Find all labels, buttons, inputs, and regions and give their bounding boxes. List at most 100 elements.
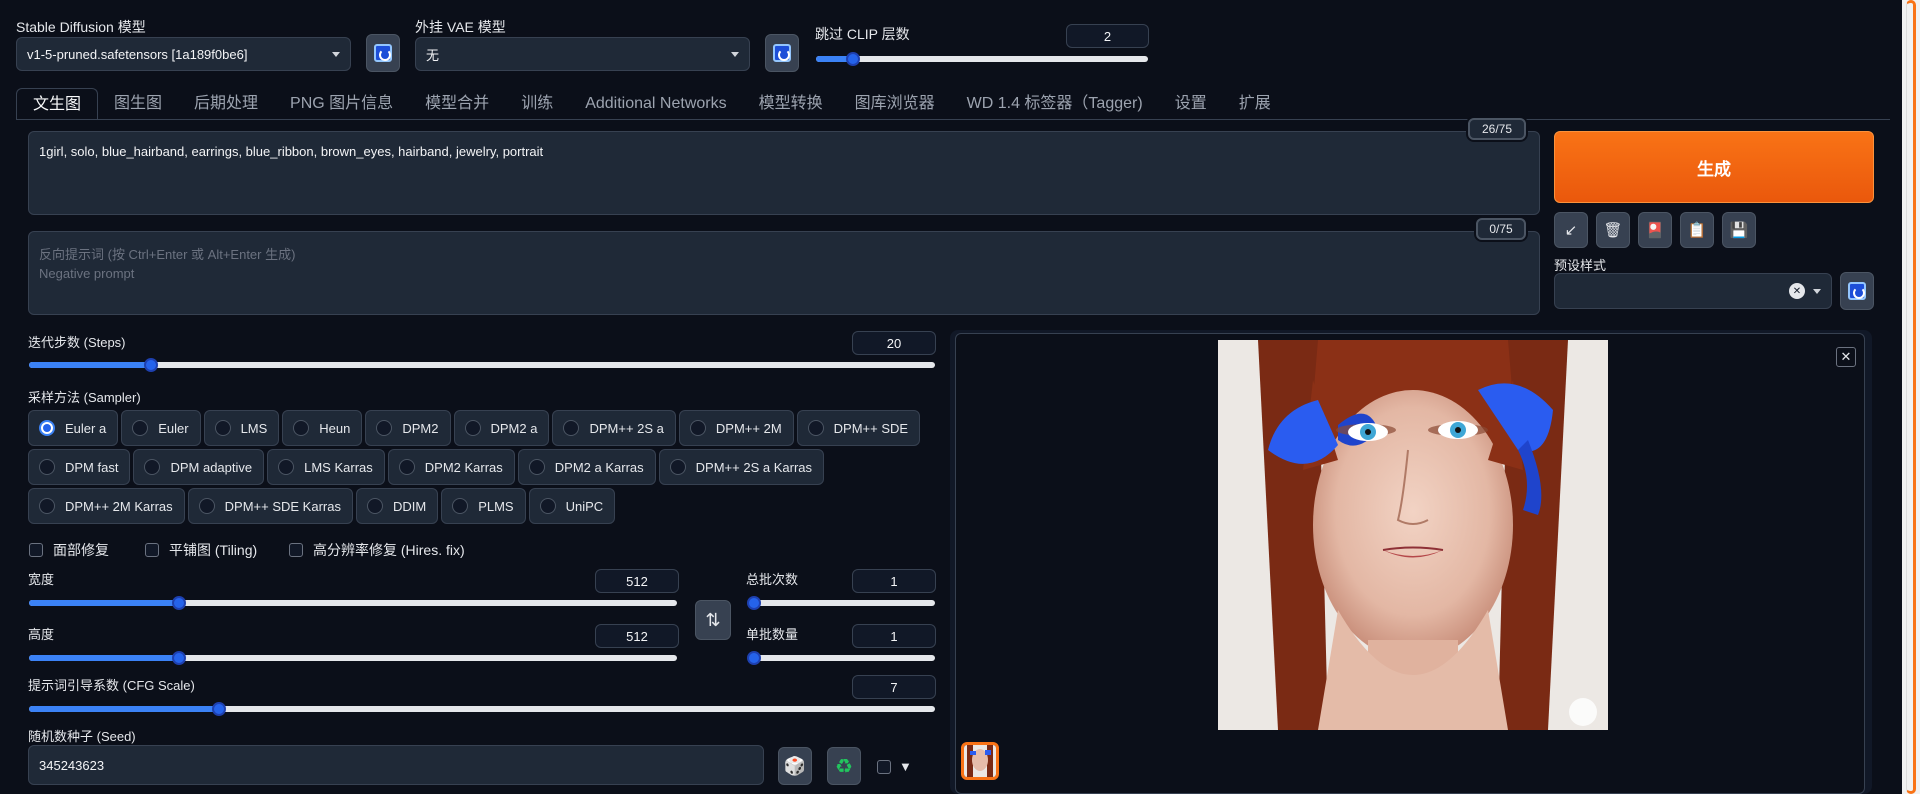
sampler-option[interactable]: DPM++ 2M xyxy=(678,410,794,446)
cfg-slider[interactable] xyxy=(29,702,935,716)
radio-dot[interactable] xyxy=(39,420,55,436)
sampler-option[interactable]: PLMS xyxy=(441,488,526,524)
tab-7[interactable]: 模型转换 xyxy=(743,88,839,120)
tiling-checkbox[interactable]: 平铺图 (Tiling) xyxy=(145,540,257,560)
card-icon: 🎴 xyxy=(1645,222,1665,239)
sd-model-dropdown[interactable]: v1-5-pruned.safetensors [1a189f0be6] xyxy=(16,37,351,71)
sampler-option[interactable]: DPM2 xyxy=(365,410,451,446)
radio-dot[interactable] xyxy=(366,498,383,514)
sampler-option[interactable]: LMS Karras xyxy=(267,449,385,485)
radio-dot[interactable] xyxy=(689,420,706,436)
sampler-option[interactable]: Euler xyxy=(121,410,201,446)
tab-9[interactable]: WD 1.4 标签器（Tagger) xyxy=(951,88,1159,120)
page-scrollbar[interactable] xyxy=(1902,0,1920,794)
sampler-option[interactable]: DPM fast xyxy=(28,449,131,485)
generated-image[interactable] xyxy=(1218,340,1608,730)
tab-2[interactable]: 后期处理 xyxy=(178,88,274,120)
radio-dot[interactable] xyxy=(376,420,393,436)
extra-seed-checkbox[interactable]: ▼ xyxy=(877,759,912,774)
radio-dot[interactable] xyxy=(464,420,481,436)
tab-3[interactable]: PNG 图片信息 xyxy=(274,88,409,120)
height-slider[interactable] xyxy=(29,651,677,665)
vae-dropdown[interactable]: 无 xyxy=(415,37,750,71)
apply-style-button[interactable]: 📋 xyxy=(1680,212,1714,248)
save-style-button[interactable]: 💾 xyxy=(1722,212,1756,248)
tab-8[interactable]: 图库浏览器 xyxy=(839,88,951,120)
seed-input[interactable]: 345243623 xyxy=(28,745,764,785)
radio-dot[interactable] xyxy=(539,498,556,514)
checkbox-box[interactable] xyxy=(29,543,43,557)
cfg-number[interactable]: 7 xyxy=(852,675,936,699)
refresh-styles-button[interactable] xyxy=(1840,272,1874,310)
tab-10[interactable]: 设置 xyxy=(1159,88,1223,120)
radio-dot[interactable] xyxy=(278,459,295,475)
sampler-option[interactable]: DPM++ SDE Karras xyxy=(187,488,353,524)
batch-count-number[interactable]: 1 xyxy=(852,569,936,593)
extra-networks-button[interactable]: 🎴 xyxy=(1638,212,1672,248)
radio-dot[interactable] xyxy=(293,420,310,436)
tab-1[interactable]: 图生图 xyxy=(98,88,178,120)
clear-icon[interactable]: ✕ xyxy=(1789,283,1805,299)
scrollbar-thumb[interactable] xyxy=(1906,0,1916,794)
steps-slider[interactable] xyxy=(29,358,935,372)
tab-11[interactable]: 扩展 xyxy=(1223,88,1287,120)
generate-button[interactable]: 生成 xyxy=(1554,131,1874,203)
batch-size-slider[interactable] xyxy=(747,651,935,665)
radio-dot[interactable] xyxy=(39,498,55,514)
prompt-input[interactable]: 1girl, solo, blue_hairband, earrings, bl… xyxy=(28,131,1540,215)
radio-dot[interactable] xyxy=(214,420,231,436)
gallery-thumbnail[interactable] xyxy=(961,742,999,780)
swap-dimensions-button[interactable]: ⇅ xyxy=(695,600,731,640)
radio-dot[interactable] xyxy=(132,420,149,436)
radio-dot[interactable] xyxy=(39,459,55,475)
sampler-option[interactable]: DPM adaptive xyxy=(133,449,265,485)
sampler-option[interactable]: UniPC xyxy=(528,488,616,524)
tab-0[interactable]: 文生图 xyxy=(16,88,99,120)
sampler-option[interactable]: DPM++ SDE xyxy=(796,410,921,446)
steps-number[interactable]: 20 xyxy=(852,331,936,355)
sampler-option[interactable]: DPM2 Karras xyxy=(387,449,515,485)
width-number[interactable]: 512 xyxy=(595,569,679,593)
sampler-option[interactable]: Heun xyxy=(282,410,363,446)
width-slider[interactable] xyxy=(29,596,677,610)
batch-size-number[interactable]: 1 xyxy=(852,624,936,648)
tab-4[interactable]: 模型合并 xyxy=(409,88,505,120)
sampler-option[interactable]: DPM2 a xyxy=(453,410,550,446)
clip-skip-slider[interactable] xyxy=(816,52,1148,66)
read-params-button[interactable]: ↙ xyxy=(1554,212,1588,248)
radio-dot[interactable] xyxy=(398,459,415,475)
sampler-option[interactable]: DDIM xyxy=(355,488,439,524)
radio-dot[interactable] xyxy=(198,498,215,514)
sampler-option[interactable]: LMS xyxy=(203,410,280,446)
hires-fix-checkbox[interactable]: 高分辨率修复 (Hires. fix) xyxy=(289,540,465,560)
clip-skip-number[interactable]: 2 xyxy=(1066,24,1149,48)
refresh-vae-button[interactable] xyxy=(765,34,799,72)
radio-dot[interactable] xyxy=(528,459,545,475)
refresh-models-button[interactable] xyxy=(366,34,400,72)
preset-styles-dropdown[interactable]: ✕ xyxy=(1554,273,1832,309)
triangle-down-icon[interactable]: ▼ xyxy=(899,759,912,774)
clear-prompt-button[interactable]: 🗑 xyxy=(1596,212,1630,248)
sampler-option[interactable]: DPM2 a Karras xyxy=(517,449,656,485)
sampler-option[interactable]: DPM++ 2S a xyxy=(552,410,676,446)
checkbox-box[interactable] xyxy=(145,543,159,557)
sampler-option[interactable]: DPM++ 2M Karras xyxy=(28,488,185,524)
batch-count-slider[interactable] xyxy=(747,596,935,610)
checkbox-box[interactable] xyxy=(877,759,891,774)
sampler-option[interactable]: DPM++ 2S a Karras xyxy=(658,449,824,485)
sampler-option[interactable]: Euler a xyxy=(28,410,119,446)
radio-dot[interactable] xyxy=(669,459,686,475)
random-seed-button[interactable]: 🎲 xyxy=(778,747,812,785)
reuse-seed-button[interactable]: ♻ xyxy=(827,747,861,785)
close-icon[interactable]: ✕ xyxy=(1836,347,1856,367)
face-restore-checkbox[interactable]: 面部修复 xyxy=(29,540,109,560)
radio-dot[interactable] xyxy=(144,459,161,475)
tab-6[interactable]: Additional Networks xyxy=(569,88,742,120)
tab-5[interactable]: 训练 xyxy=(505,88,569,120)
checkbox-box[interactable] xyxy=(289,543,303,557)
height-number[interactable]: 512 xyxy=(595,624,679,648)
radio-dot[interactable] xyxy=(452,498,469,514)
negative-prompt-input[interactable]: 反向提示词 (按 Ctrl+Enter 或 Alt+Enter 生成) Nega… xyxy=(28,231,1540,315)
radio-dot[interactable] xyxy=(563,420,580,436)
radio-dot[interactable] xyxy=(807,420,824,436)
